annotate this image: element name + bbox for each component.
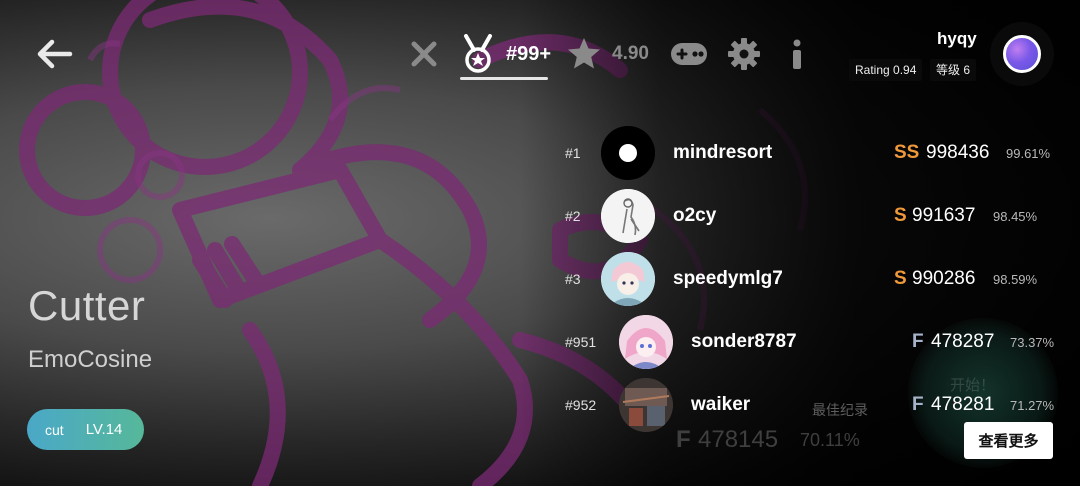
- avatar-image: [601, 126, 655, 180]
- info-button[interactable]: [786, 34, 808, 74]
- best-record-label: 最佳纪录: [812, 402, 868, 418]
- close-button[interactable]: [408, 34, 440, 74]
- avatar[interactable]: [619, 378, 673, 432]
- row-score: 991637: [912, 205, 976, 226]
- row-score: 478287: [931, 331, 995, 352]
- avatar[interactable]: [619, 315, 673, 369]
- start-label: 开始！: [950, 377, 996, 394]
- avatar: [1003, 35, 1041, 73]
- row-grade: F: [912, 331, 924, 352]
- row-rank: #2: [565, 208, 581, 224]
- player-name[interactable]: o2cy: [673, 205, 716, 227]
- avatar-image: [619, 378, 673, 432]
- player-name[interactable]: sonder8787: [691, 331, 797, 353]
- back-button[interactable]: [34, 36, 74, 72]
- row-grade: F: [912, 394, 924, 415]
- difficulty-level: LV.14: [85, 421, 123, 438]
- row-accuracy: 98.45%: [993, 209, 1038, 224]
- rank-label: #99+: [506, 42, 552, 65]
- row-rank: #952: [565, 397, 597, 413]
- player-name[interactable]: speedymlg7: [673, 268, 783, 290]
- user-level-badge: 等级 6: [930, 59, 977, 81]
- player-name[interactable]: mindresort: [673, 142, 772, 164]
- avatar-image: [619, 315, 673, 369]
- arrow-left-icon: [37, 39, 73, 69]
- tab-rating[interactable]: 4.90: [566, 34, 649, 74]
- best-score: 478145: [698, 426, 779, 453]
- row-grade: S: [894, 205, 907, 226]
- row-grade: SS: [894, 142, 920, 163]
- row-score: 990286: [912, 268, 976, 289]
- settings-button[interactable]: [727, 34, 761, 74]
- user-rating-badge: Rating 0.94: [849, 59, 923, 81]
- best-grade: F: [676, 426, 691, 453]
- user-avatar[interactable]: [990, 22, 1054, 86]
- row-rank: #1: [565, 145, 581, 161]
- song-rating-value: 4.90: [612, 43, 649, 64]
- row-accuracy: 98.59%: [993, 272, 1038, 287]
- row-grade: S: [894, 268, 907, 289]
- player-name[interactable]: waiker: [691, 394, 750, 416]
- song-artist: EmoCosine: [28, 346, 153, 373]
- medal-icon: [464, 34, 492, 73]
- tab-leaderboard[interactable]: #99+: [460, 34, 551, 74]
- row-rank: #951: [565, 334, 597, 350]
- avatar[interactable]: [601, 252, 655, 306]
- star-icon: [568, 38, 600, 69]
- row-accuracy: 73.37%: [1010, 335, 1055, 350]
- row-accuracy: 99.61%: [1006, 146, 1051, 161]
- row-score: 478281: [931, 394, 995, 415]
- view-more-button[interactable]: 查看更多: [964, 422, 1053, 459]
- gamepad-icon: [671, 43, 707, 65]
- screen: #99+ 4.90 hyqy Rating 0.94 等级 6 Cutter E…: [0, 0, 1080, 486]
- user-name: hyqy: [937, 29, 977, 48]
- avatar[interactable]: [601, 189, 655, 243]
- gamepad-button[interactable]: [670, 34, 708, 74]
- row-score: 998436: [926, 142, 990, 163]
- difficulty-selector[interactable]: cut LV.14: [27, 409, 144, 450]
- avatar-image: [601, 252, 655, 306]
- info-icon: [793, 39, 801, 69]
- row-accuracy: 71.27%: [1010, 398, 1055, 413]
- row-rank: #3: [565, 271, 581, 287]
- tab-active-indicator: [460, 77, 548, 80]
- close-icon: [411, 41, 437, 67]
- difficulty-name: cut: [45, 421, 64, 438]
- best-accuracy: 70.11%: [800, 430, 860, 450]
- song-title: Cutter: [28, 282, 146, 329]
- avatar[interactable]: [601, 126, 655, 180]
- avatar-image: [601, 189, 655, 243]
- gear-icon: [728, 38, 760, 70]
